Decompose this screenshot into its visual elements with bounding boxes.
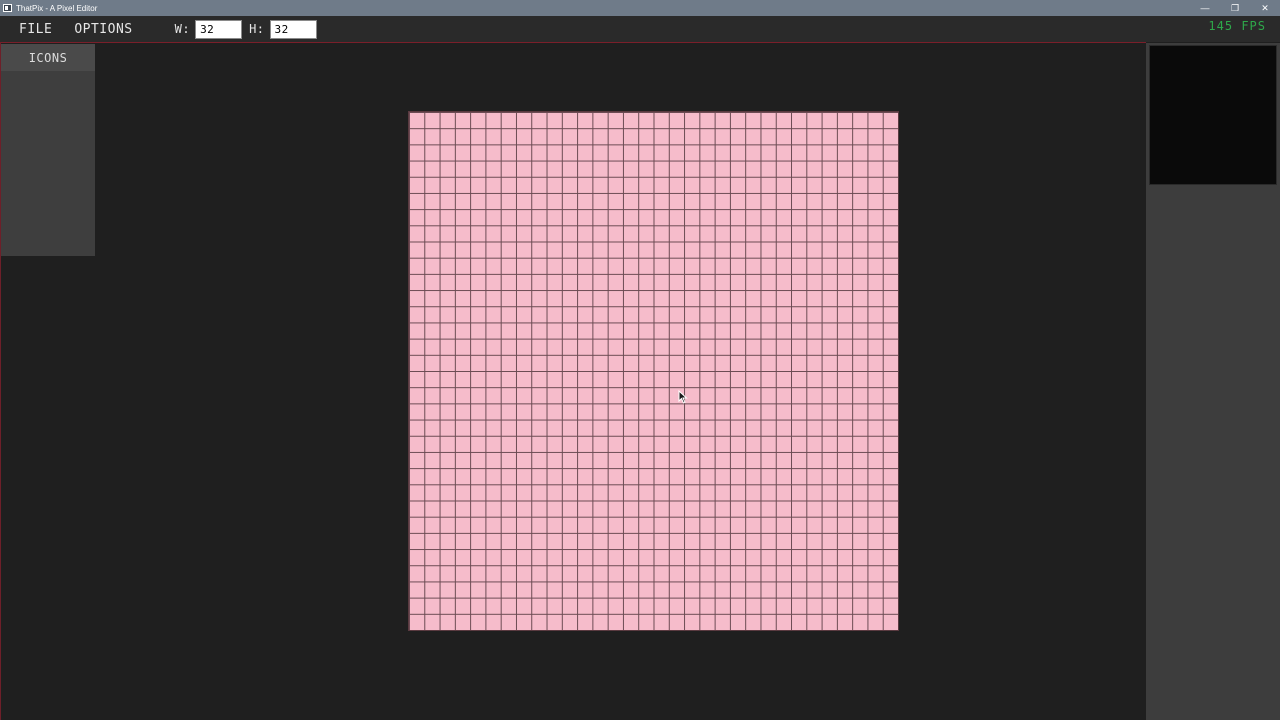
mouse-cursor-icon — [678, 390, 688, 404]
window-controls: — ❐ ✕ — [1190, 0, 1280, 16]
minimize-button[interactable]: — — [1190, 0, 1220, 16]
icons-panel — [1, 44, 95, 256]
menu-options[interactable]: OPTIONS — [74, 22, 132, 37]
close-button[interactable]: ✕ — [1250, 0, 1280, 16]
preview-box — [1149, 45, 1277, 185]
fps-counter: 145 FPS — [1208, 19, 1266, 33]
width-label: W: — [174, 22, 191, 36]
menu-divider — [0, 42, 1146, 43]
window-titlebar: ThatPix - A Pixel Editor — ❐ ✕ — [0, 0, 1280, 16]
pixel-canvas[interactable] — [408, 111, 899, 631]
dimension-controls: W: 32 H: 32 — [174, 19, 324, 39]
window-title: ThatPix - A Pixel Editor — [16, 3, 98, 13]
height-input[interactable]: 32 — [269, 19, 317, 39]
menu-bar: FILE OPTIONS W: 32 H: 32 145 FPS — [0, 16, 1280, 42]
height-label: H: — [249, 22, 265, 36]
icons-tab[interactable]: ICONS — [1, 44, 95, 71]
restore-button[interactable]: ❐ — [1220, 0, 1250, 16]
app-icon — [3, 4, 12, 12]
width-input[interactable]: 32 — [195, 19, 243, 39]
menu-file[interactable]: FILE — [19, 22, 52, 37]
